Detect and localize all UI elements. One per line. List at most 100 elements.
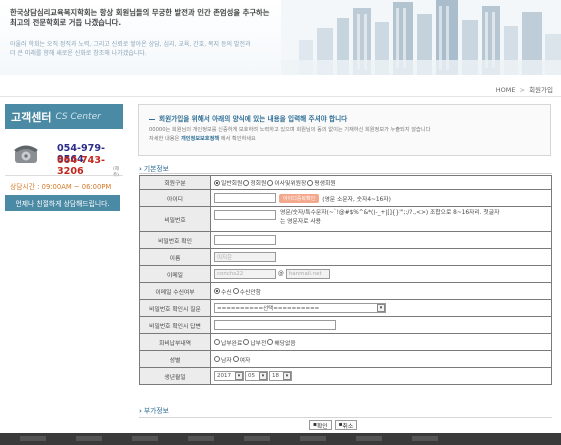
radio-member-general[interactable]: 일반회원: [214, 178, 242, 187]
footer-item: [244, 436, 270, 441]
cs-title-eng: CS Center: [55, 111, 101, 122]
radio-label: 납부완료: [221, 340, 243, 347]
radio-icon[interactable]: [214, 339, 220, 345]
radio-member-director[interactable]: 이사및위원장: [267, 178, 306, 187]
notice-line1: 00000는 회원님의 개인정보를 신중하게 보호하려 노력하고 있으며 회원님…: [149, 127, 431, 133]
password-confirm-cell: [211, 232, 552, 248]
birth-cell: 2017 ▾ 05 ▾ 18 ▾: [211, 368, 552, 384]
radio-icon[interactable]: [214, 356, 220, 362]
city-skyline-image: [281, 0, 561, 75]
radio-label: 정회원: [250, 181, 267, 187]
radio-email-receive-no[interactable]: 수신안함: [232, 287, 262, 296]
pw-question-select-value: ==========선택==========: [217, 306, 320, 312]
row-birth: 생년월일 2017 ▾ 05 ▾ 18 ▾: [139, 368, 552, 385]
radio-label: 평생회원: [314, 181, 336, 187]
radio-email-receive-yes[interactable]: 수신: [214, 287, 232, 296]
footer-item: [20, 436, 46, 441]
radio-fee-paid[interactable]: 납부완료: [214, 338, 242, 347]
radio-label: 수신: [221, 289, 232, 296]
row-password: 비밀번호 영문/숫자/특수문자(~`!@#$%^&*()-_+|[]{}'";:…: [139, 207, 552, 232]
password-input[interactable]: [214, 210, 276, 220]
email-id-input[interactable]: conchs22: [214, 269, 276, 279]
email-domain-input[interactable]: hanmail.net: [285, 269, 330, 279]
fee-label: 회비납부내역: [139, 334, 211, 350]
radio-selected-icon[interactable]: [214, 288, 220, 294]
breadcrumb-separator: >: [519, 86, 525, 94]
header-desc-line2: 더 큰 미래를 향해 새로운 신화로 창조해 나가겠습니다.: [10, 50, 147, 57]
row-fee: 회비납부내역 납부완료 납부전 해당없음: [139, 334, 552, 351]
notice-heading: 회원가입을 위해서 아래의 양식에 있는 내용을 입력해 주셔야 합니다: [149, 113, 347, 123]
birth-day-select[interactable]: 18 ▾: [269, 371, 292, 381]
radio-icon[interactable]: [307, 179, 314, 186]
chevron-down-icon[interactable]: ▾: [283, 372, 291, 380]
pw-answer-input[interactable]: [214, 320, 336, 330]
section-basic-info: › 기본정보: [139, 163, 169, 173]
cs-title: 고객센터: [11, 110, 52, 124]
confirm-button[interactable]: ▪ 확인: [309, 420, 332, 430]
notice-line2-post: 에서 확인하세요: [219, 136, 256, 142]
consult-button[interactable]: 언제나 친절하게 상담해드립니다.: [5, 195, 120, 211]
email-at-sign: @: [278, 271, 284, 277]
chevron-down-icon[interactable]: ▾: [377, 304, 385, 312]
breadcrumb-divider: [0, 96, 561, 97]
chevron-right-icon: ›: [139, 165, 142, 173]
breadcrumb-current: 회원가입: [529, 86, 553, 94]
radio-icon[interactable]: [267, 339, 274, 345]
radio-icon[interactable]: [243, 339, 250, 345]
userid-label: 아이디: [139, 190, 211, 206]
radio-gender-male[interactable]: 남자: [214, 355, 232, 364]
radio-icon[interactable]: [267, 179, 274, 186]
birth-label: 생년월일: [139, 368, 211, 384]
fee-options: 납부완료 납부전 해당없음: [211, 334, 552, 350]
chevron-down-icon[interactable]: ▾: [259, 372, 267, 380]
radio-icon[interactable]: [243, 179, 250, 186]
notice-body: 00000는 회원님의 개인정보를 신중하게 보호하려 노력하고 있으며 회원님…: [149, 126, 544, 144]
radio-label: 일반회원: [221, 181, 243, 187]
radio-label: 이사및위원장: [274, 181, 307, 187]
header-title-line1: 한국상담심리교육복지학회는 항상 회원님들의 무궁한 발전과 인간 존엄성을 추…: [10, 8, 270, 17]
userid-input[interactable]: [214, 193, 276, 203]
privacy-policy-link[interactable]: 개인정보보호정책: [181, 136, 219, 142]
section-extra-label: 부가정보: [143, 407, 169, 415]
pw-question-select[interactable]: ==========선택========== ▾: [214, 303, 386, 313]
header-description: 아울러 학회는 오직 정직과 노력, 그리고 신뢰로 쌓아온 상담, 심리, 교…: [10, 40, 300, 58]
telephone-icon: [14, 145, 38, 163]
radio-member-lifetime[interactable]: 평생회원: [307, 178, 336, 187]
userid-cell: 아이디중복확인 (영문 소문자, 숫자4~16자): [211, 190, 552, 206]
header-title: 한국상담심리교육복지학회는 항상 회원님들의 무궁한 발전과 인간 존엄성을 추…: [10, 8, 310, 28]
breadcrumb-home[interactable]: HOME: [496, 86, 516, 94]
cs-phone-panel: 054-979-9564 064-743-3206 (제주): [5, 132, 123, 178]
footer-item: [300, 436, 326, 441]
name-input[interactable]: 이지은: [214, 252, 276, 262]
radio-icon[interactable]: [232, 356, 239, 362]
gender-options: 남자 여자: [211, 351, 552, 367]
radio-fee-unpaid[interactable]: 납부전: [243, 338, 266, 347]
birth-month-select[interactable]: 05 ▾: [245, 371, 268, 381]
birth-year-select[interactable]: 2017 ▾: [214, 371, 244, 381]
radio-label: 여자: [239, 357, 251, 364]
breadcrumb: HOME > 회원가입: [496, 84, 553, 94]
row-password-confirm: 비밀번호 확인: [139, 232, 552, 249]
email-receive-label: 이메일 수신여부: [139, 283, 211, 299]
radio-icon[interactable]: [232, 288, 239, 294]
name-cell: 이지은: [211, 249, 552, 265]
radio-gender-female[interactable]: 여자: [232, 355, 251, 364]
password-hint-line2: 는 영문자로 사용: [280, 219, 322, 225]
password-confirm-input[interactable]: [214, 235, 276, 245]
site-header: 한국상담심리교육복지학회는 항상 회원님들의 무궁한 발전과 인간 존엄성을 추…: [0, 0, 561, 75]
row-email: 이메일 conchs22 @ hanmail.net: [139, 266, 552, 283]
footer-item: [188, 436, 214, 441]
radio-fee-na[interactable]: 해당없음: [267, 338, 296, 347]
chevron-down-icon[interactable]: ▾: [235, 372, 243, 380]
radio-label: 수신안함: [239, 289, 262, 296]
row-userid: 아이디 아이디중복확인 (영문 소문자, 숫자4~16자): [139, 190, 552, 207]
userid-check-button[interactable]: 아이디중복확인: [279, 193, 320, 203]
radio-label: 남자: [221, 357, 232, 364]
radio-member-regular[interactable]: 정회원: [243, 178, 266, 187]
row-member-type: 회원구분 일반회원 정회원 이사및위원장 평생회원: [139, 175, 552, 190]
cancel-button[interactable]: ▪ 취소: [334, 420, 358, 430]
phone-jeju-note: (제주): [113, 167, 119, 178]
radio-selected-icon[interactable]: [214, 179, 220, 186]
signup-notice: 회원가입을 위해서 아래의 양식에 있는 내용을 입력해 주셔야 합니다 000…: [138, 104, 551, 156]
radio-label: 해당없음: [274, 340, 296, 347]
